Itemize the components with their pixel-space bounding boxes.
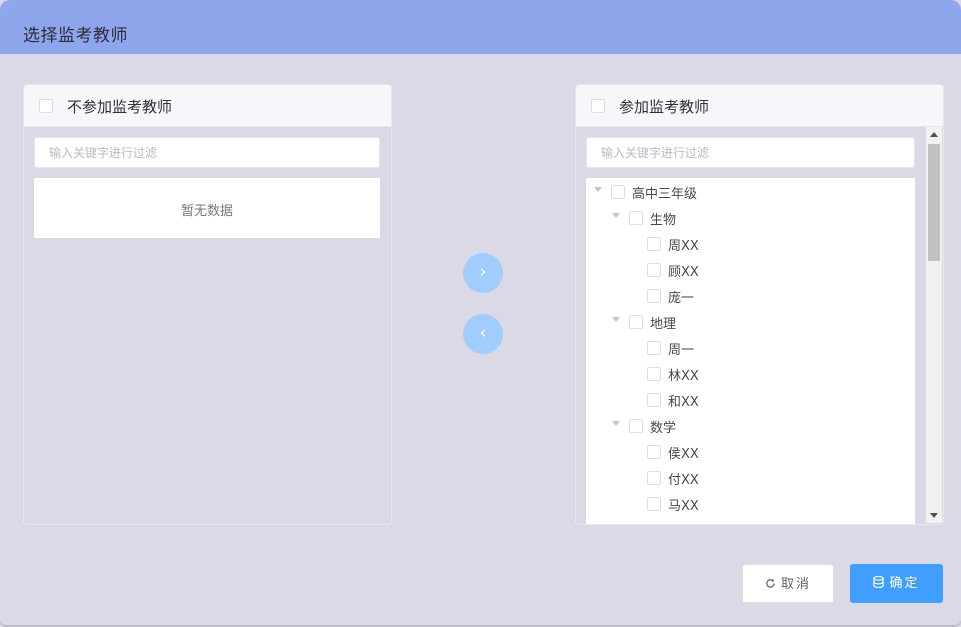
- caret-down-icon[interactable]: [612, 213, 620, 218]
- tree-checkbox[interactable]: [647, 237, 661, 251]
- right-transfer-panel: 参加监考教师 高中三年级 生物 周XX 顾XX: [575, 84, 944, 525]
- tree-checkbox[interactable]: [647, 471, 661, 485]
- tree-node-teacher[interactable]: 侯XX: [586, 439, 915, 465]
- tree-node-label: 侯XX: [668, 447, 699, 462]
- empty-text: 暂无数据: [180, 204, 233, 219]
- tree-node-subject[interactable]: 生物: [586, 205, 915, 231]
- tree-checkbox[interactable]: [647, 393, 661, 407]
- tree-node-teacher[interactable]: 庞一: [586, 283, 915, 309]
- scroll-down-arrow-icon[interactable]: [930, 513, 938, 518]
- tree-checkbox[interactable]: [611, 185, 625, 199]
- tree-node-teacher[interactable]: 和XX: [586, 387, 915, 413]
- tree-node-subject[interactable]: 地理: [586, 309, 915, 335]
- move-left-button[interactable]: ‹: [463, 314, 503, 354]
- left-filter-input[interactable]: [35, 138, 379, 167]
- tree-node-label: 数学: [650, 421, 677, 436]
- tree-checkbox[interactable]: [629, 211, 643, 225]
- right-panel-header: 参加监考教师: [576, 85, 943, 127]
- tree-node-label: 周一: [668, 343, 695, 358]
- scroll-up-arrow-icon[interactable]: [930, 132, 938, 137]
- caret-down-icon[interactable]: [612, 317, 620, 322]
- tree-node-teacher[interactable]: 马XX: [586, 491, 915, 517]
- move-right-button[interactable]: ›: [463, 253, 503, 293]
- left-empty-list: 暂无数据: [34, 178, 380, 238]
- database-icon: [873, 564, 885, 603]
- right-panel-title: 参加监考教师: [619, 98, 710, 116]
- tree-node-label: 高中三年级: [632, 187, 698, 202]
- tree-node-teacher[interactable]: 周一: [586, 335, 915, 361]
- tree-node-label: 付XX: [668, 473, 699, 488]
- select-invigilator-dialog: 选择监考教师 不参加监考教师 暂无数据 › ‹ 参加监考教师: [0, 0, 961, 625]
- cancel-label: 取消: [780, 577, 811, 592]
- tree-node-label: 马XX: [668, 499, 699, 514]
- dialog-header: 选择监考教师: [0, 0, 961, 54]
- left-panel-header: 不参加监考教师: [24, 85, 391, 127]
- tree-scrollbar[interactable]: [926, 127, 942, 523]
- caret-down-icon[interactable]: [594, 187, 602, 192]
- cancel-button[interactable]: 取消: [742, 564, 834, 603]
- right-select-all-checkbox[interactable]: [591, 99, 605, 113]
- tree-node-label: 和XX: [668, 395, 699, 410]
- tree-checkbox[interactable]: [629, 419, 643, 433]
- tree-node-label: 庞一: [668, 291, 695, 306]
- tree-checkbox[interactable]: [647, 367, 661, 381]
- chevron-left-icon: ‹: [479, 323, 487, 343]
- teacher-tree: 高中三年级 生物 周XX 顾XX 庞一 地理 周一 林XX 和XX 数学 侯XX…: [586, 178, 915, 524]
- tree-checkbox[interactable]: [647, 289, 661, 303]
- tree-checkbox[interactable]: [647, 497, 661, 511]
- caret-down-icon[interactable]: [612, 421, 620, 426]
- tree-node-label: 生物: [650, 213, 677, 228]
- scrollbar-thumb[interactable]: [928, 144, 940, 261]
- confirm-label: 确定: [889, 576, 920, 591]
- tree-node-label: 周XX: [668, 239, 699, 254]
- tree-node-label: 地理: [650, 317, 677, 332]
- tree-node-teacher[interactable]: 顾XX: [586, 257, 915, 283]
- tree-node-grade[interactable]: 高中三年级: [586, 179, 915, 205]
- left-filter-input-box[interactable]: [34, 137, 380, 168]
- right-filter-input-box[interactable]: [586, 137, 915, 168]
- left-select-all-checkbox[interactable]: [39, 99, 53, 113]
- tree-node-label: 林XX: [668, 369, 699, 384]
- left-panel-title: 不参加监考教师: [67, 98, 173, 116]
- tree-node-label: 顾XX: [668, 265, 699, 280]
- refresh-icon: [765, 565, 776, 604]
- left-transfer-panel: 不参加监考教师 暂无数据: [23, 84, 392, 525]
- tree-checkbox[interactable]: [647, 445, 661, 459]
- chevron-right-icon: ›: [479, 262, 487, 282]
- right-filter-input[interactable]: [587, 138, 914, 167]
- dialog-title: 选择监考教师: [23, 26, 128, 46]
- tree-checkbox[interactable]: [647, 341, 661, 355]
- tree-checkbox[interactable]: [647, 263, 661, 277]
- tree-node-teacher[interactable]: 周XX: [586, 231, 915, 257]
- tree-checkbox[interactable]: [629, 315, 643, 329]
- tree-node-teacher[interactable]: 付XX: [586, 465, 915, 491]
- confirm-button[interactable]: 确定: [850, 564, 943, 603]
- tree-node-teacher[interactable]: 林XX: [586, 361, 915, 387]
- tree-node-subject[interactable]: 数学: [586, 413, 915, 439]
